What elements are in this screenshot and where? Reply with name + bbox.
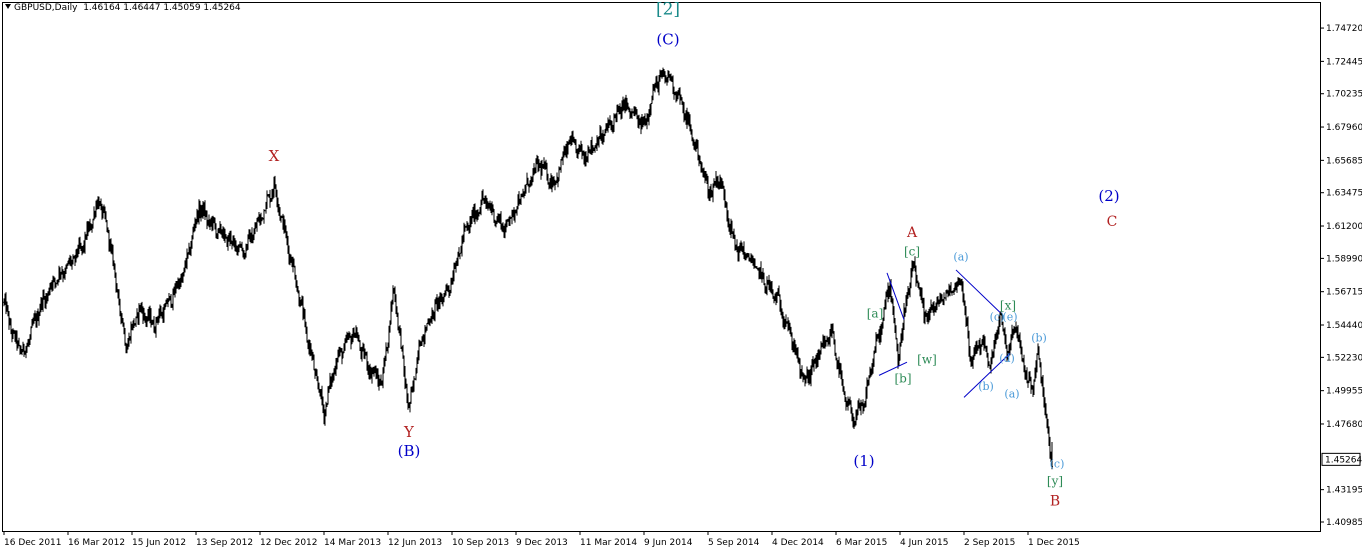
price-axis: 1.74720 1.72445 1.70235 1.67960 1.65685 1.634…: [1320, 24, 1362, 528]
wave-label-12: (1): [853, 452, 874, 470]
x-tick-label: 9 Dec 2013: [516, 538, 568, 548]
y-tick-label: 1.70235: [1326, 90, 1362, 100]
x-tick-label: 16 Mar 2012: [68, 538, 125, 548]
y-tick-label: 1.63475: [1326, 189, 1362, 199]
wave-label-23: (c): [1050, 458, 1065, 471]
y-tick-label: 1.47680: [1326, 420, 1362, 430]
current-price-label: 1.45264: [1325, 455, 1362, 465]
wave-label-5: A: [906, 225, 918, 241]
y-tick-label: 1.52230: [1326, 353, 1362, 363]
wave-label-20: (d): [999, 352, 1015, 365]
y-tick-label: 1.65685: [1326, 156, 1362, 166]
y-tick-label: 1.58990: [1326, 254, 1362, 264]
wave-label-9: [w]: [917, 353, 937, 367]
wave-label-1: (C): [656, 30, 679, 48]
x-tick-label: 9 Jun 2014: [644, 538, 693, 548]
ohlc-bars-series: [3, 67, 1053, 470]
wave-label-17: (b): [978, 380, 994, 393]
price-bars: [3, 67, 1053, 470]
wave-label-22: (b): [1031, 332, 1047, 345]
x-tick-label: 11 Mar 2014: [580, 538, 637, 548]
wave-label-3: Y: [403, 423, 415, 441]
x-tick-label: 14 Mar 2013: [324, 538, 381, 548]
x-tick-label: 6 Mar 2015: [836, 538, 887, 548]
y-tick-label: 1.74720: [1326, 24, 1362, 34]
chart-area[interactable]: [2] (C) X Y (B) A [c] [a] [b] [w] [x] [y] (1) (2) C B (a…: [0, 0, 1362, 559]
plot-frame: [2, 2, 1321, 532]
wave-label-11: [y]: [1047, 474, 1063, 488]
wave-label-21: (a): [1004, 387, 1019, 400]
x-tick-label: 2 Sep 2015: [964, 538, 1015, 548]
wave-label-8: [b]: [894, 372, 911, 386]
wave-labels: [2](C)XY(B)A[c][a][b][w][x][y](1)(2)CB(a…: [269, 0, 1120, 510]
x-tick-label: 1 Dec 2015: [1028, 538, 1080, 548]
x-tick-label: 4 Jun 2015: [900, 538, 948, 548]
y-tick-label: 1.56715: [1326, 288, 1362, 298]
wave-label-19: (e): [1002, 310, 1017, 323]
x-tick-label: 5 Sep 2014: [708, 538, 760, 548]
wave-label-13: (2): [1098, 187, 1119, 205]
wave-label-0: [2]: [656, 0, 680, 19]
symbol-header: GBPUSD,Daily 1.46164 1.46447 1.45059 1.4…: [5, 3, 241, 13]
wave-label-6: [c]: [904, 244, 920, 258]
x-tick-label: 10 Sep 2013: [452, 538, 509, 548]
wave-label-4: (B): [398, 442, 421, 460]
x-tick-label: 13 Sep 2012: [196, 538, 253, 548]
y-tick-label: 1.54440: [1326, 321, 1362, 331]
x-tick-label: 16 Dec 2011: [4, 538, 62, 548]
y-tick-label: 1.40985: [1326, 518, 1362, 528]
ohlc-values: 1.46164 1.46447 1.45059 1.45264: [83, 3, 241, 13]
dropdown-triangle-icon[interactable]: [5, 4, 11, 9]
y-tick-label: 1.43195: [1326, 486, 1362, 496]
current-price-marker: 1.45264: [1321, 452, 1362, 466]
x-tick-label: 4 Dec 2014: [772, 538, 824, 548]
wave-label-7: [a]: [867, 307, 884, 321]
time-axis: 16 Dec 2011 16 Mar 2012 15 Jun 2012 13 Sep …: [3, 531, 1080, 548]
wave-label-15: B: [1050, 494, 1060, 510]
wave-label-14: C: [1107, 214, 1118, 230]
x-tick-label: 12 Dec 2012: [260, 538, 318, 548]
y-tick-label: 1.67960: [1326, 123, 1362, 133]
x-tick-label: 15 Jun 2012: [132, 538, 186, 548]
x-tick-label: 12 Jun 2013: [388, 538, 442, 548]
price-chart[interactable]: [2](C)XY(B)A[c][a][b][w][x][y](1)(2)CB(a…: [0, 0, 1362, 554]
y-tick-label: 1.61200: [1326, 222, 1362, 232]
y-tick-label: 1.72445: [1326, 57, 1362, 67]
wave-label-2: X: [269, 147, 280, 165]
y-tick-label: 1.49955: [1326, 387, 1362, 397]
symbol-name: GBPUSD,Daily: [14, 3, 78, 13]
wave-label-16: (a): [953, 250, 968, 263]
